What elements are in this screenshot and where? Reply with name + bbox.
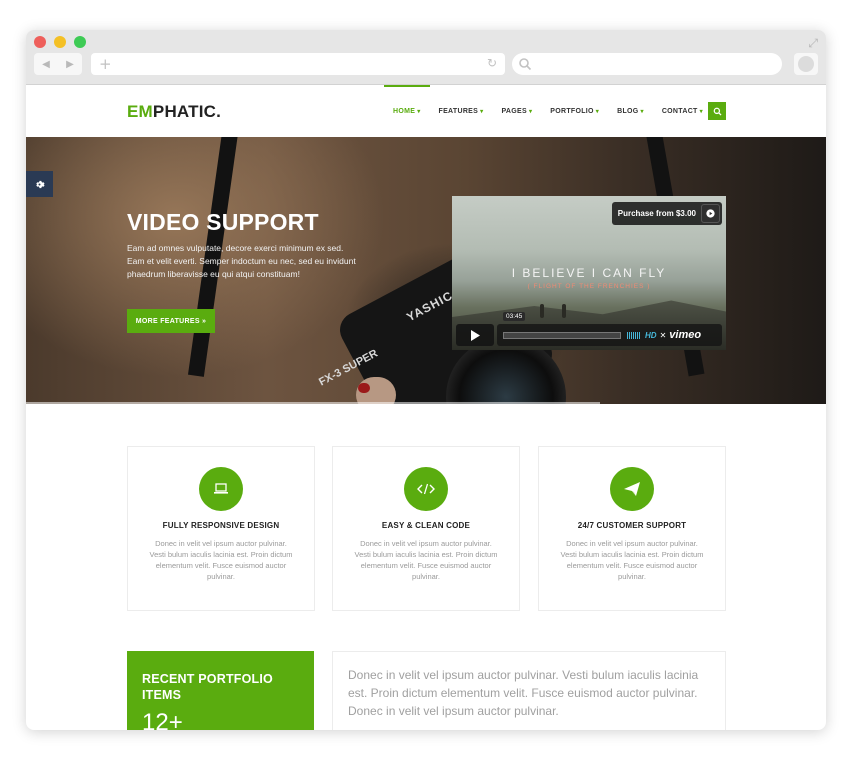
feature-description: Donec in velit vel ipsum auctor pulvinar… <box>560 539 704 581</box>
portfolio-title-line: RECENT PORTFOLIO <box>142 672 273 686</box>
recent-portfolio-panel: RECENT PORTFOLIO ITEMS 12+ <box>127 651 314 730</box>
feature-title: FULLY RESPONSIVE DESIGN <box>162 521 280 530</box>
feature-title: EASY & CLEAN CODE <box>381 521 471 530</box>
content-layer: FULLY RESPONSIVE DESIGN Donec in velit v… <box>26 30 826 730</box>
portfolio-title: RECENT PORTFOLIO ITEMS <box>142 671 273 703</box>
feature-card: FULLY RESPONSIVE DESIGN Donec in velit v… <box>127 446 315 611</box>
feature-card: 24/7 CUSTOMER SUPPORT Donec in velit vel… <box>538 446 726 611</box>
intro-paragraph: Donec in velit vel ipsum auctor pulvinar… <box>348 668 699 718</box>
feature-description: Donec in velit vel ipsum auctor pulvinar… <box>149 539 293 581</box>
feature-title: 24/7 CUSTOMER SUPPORT <box>577 521 687 530</box>
portfolio-count: 12+ <box>142 709 183 730</box>
laptop-icon <box>199 467 243 511</box>
gear-icon <box>36 180 45 188</box>
content-area: FULLY RESPONSIVE DESIGN Donec in velit v… <box>26 30 826 730</box>
feature-card: EASY & CLEAN CODE Donec in velit vel ips… <box>332 446 520 611</box>
code-icon <box>404 467 448 511</box>
feature-description: Donec in velit vel ipsum auctor pulvinar… <box>354 539 498 581</box>
paper-plane-icon <box>610 467 654 511</box>
portfolio-title-line: ITEMS <box>142 688 182 702</box>
intro-text-box: Donec in velit vel ipsum auctor pulvinar… <box>332 651 726 730</box>
settings-toggle[interactable] <box>26 171 53 197</box>
